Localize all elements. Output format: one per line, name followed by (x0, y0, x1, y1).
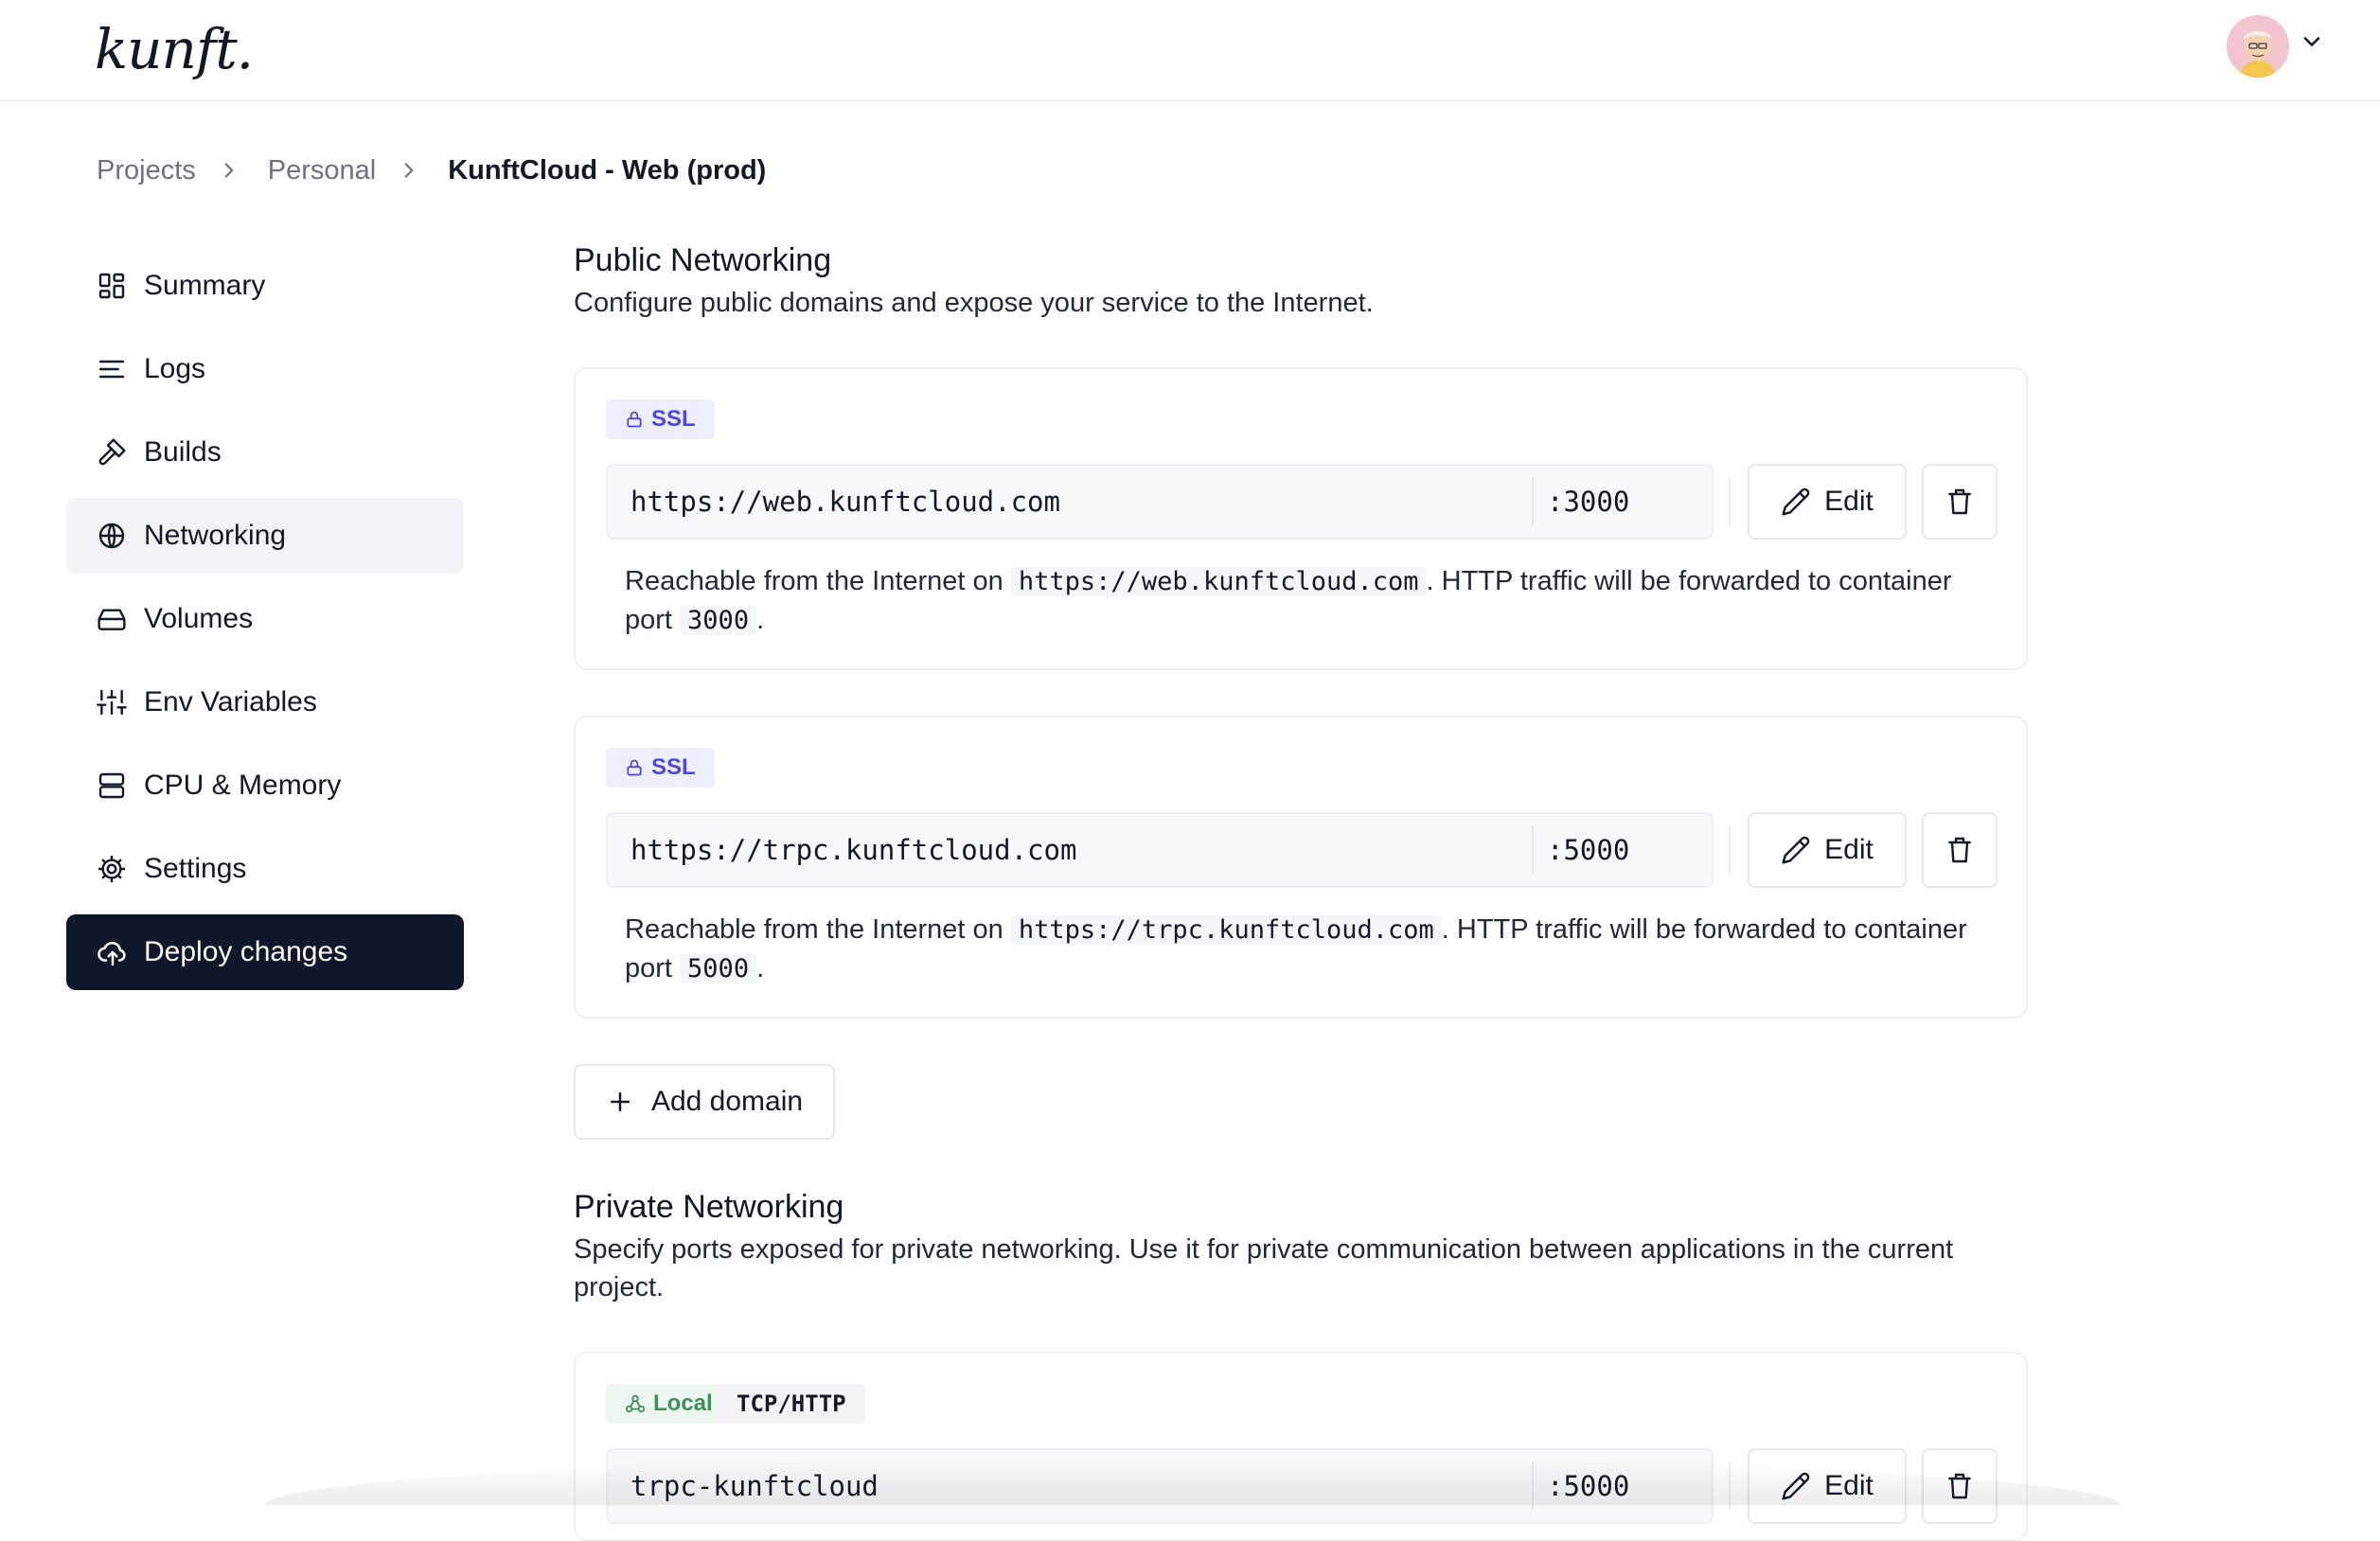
sliders-icon (97, 689, 127, 716)
trash-icon (1948, 1473, 1971, 1499)
top-bar: kunft. (0, 0, 2380, 101)
domain-description: Reachable from the Internet on https://w… (625, 566, 1952, 635)
breadcrumb-personal[interactable]: Personal (268, 155, 376, 186)
lock-icon (627, 759, 642, 776)
pencil-icon (1782, 1472, 1810, 1500)
globe-icon (98, 523, 125, 549)
public-networking-title: Public Networking (574, 242, 832, 278)
sidebar-item-label: Summary (144, 270, 266, 301)
inline-code-url: https://web.kunftcloud.com (1010, 567, 1427, 596)
private-port-card: Local TCP/HTTP trpc-kunftcloud :5000 Edi… (574, 1352, 2028, 1541)
hard-drive-icon (98, 609, 126, 630)
divider (1729, 825, 1731, 875)
hammer-icon (98, 438, 126, 466)
user-avatar[interactable] (2227, 15, 2289, 78)
trash-icon (1948, 488, 1971, 515)
lines-icon (98, 360, 125, 379)
ssl-badge: SSL (606, 399, 715, 439)
domain-url-field[interactable]: https://web.kunftcloud.com :3000 (606, 464, 1714, 540)
cloud-upload-icon (98, 941, 126, 966)
network-icon (625, 1394, 646, 1413)
deploy-changes-button[interactable]: Deploy changes (66, 914, 464, 990)
add-domain-button[interactable]: Add domain (574, 1064, 835, 1140)
edit-private-port-button[interactable]: Edit (1748, 1448, 1907, 1524)
public-networking-description: Configure public domains and expose your… (574, 288, 1374, 318)
private-port: :5000 (1547, 1470, 1630, 1502)
port-divider (1532, 825, 1534, 875)
breadcrumb: Projects Personal KunftCloud - Web (prod… (97, 151, 766, 189)
chevron-right-icon (224, 163, 234, 178)
sidebar: Summary Logs Builds Networking Volumes E… (66, 248, 464, 990)
ssl-badge: SSL (606, 748, 715, 788)
sidebar-item-label: Logs (144, 353, 206, 384)
inline-code-port: 3000 (680, 606, 757, 635)
sidebar-item-summary[interactable]: Summary (66, 248, 464, 324)
deploy-changes-label: Deploy changes (144, 936, 348, 967)
sidebar-item-label: Networking (144, 520, 287, 551)
edit-domain-button[interactable]: Edit (1748, 464, 1907, 540)
server-icon (98, 772, 125, 799)
sidebar-item-label: Builds (144, 436, 222, 468)
chevron-down-icon[interactable] (2299, 28, 2325, 55)
chevron-right-icon (404, 163, 414, 178)
sidebar-item-logs[interactable]: Logs (66, 331, 464, 407)
sidebar-item-label: Env Variables (144, 686, 317, 717)
sidebar-item-cpu-memory[interactable]: CPU & Memory (66, 748, 464, 824)
sidebar-item-label: Volumes (144, 603, 254, 634)
lock-icon (627, 411, 642, 428)
domain-card: SSL https://trpc.kunftcloud.com :5000 Ed… (574, 716, 2028, 1018)
domain-url-field[interactable]: https://trpc.kunftcloud.com :5000 (606, 812, 1714, 888)
delete-private-port-button[interactable] (1922, 1448, 1998, 1524)
breadcrumb-projects[interactable]: Projects (97, 155, 196, 186)
kunft-logo[interactable]: kunft. (95, 17, 254, 81)
protocol-badge: TCP/HTTP (718, 1384, 865, 1424)
private-host: trpc-kunftcloud (631, 1470, 879, 1502)
sidebar-item-env-variables[interactable]: Env Variables (66, 664, 464, 740)
breadcrumb-current: KunftCloud - Web (prod) (448, 154, 767, 186)
port-divider (1532, 477, 1534, 526)
sidebar-item-label: CPU & Memory (144, 770, 342, 801)
edit-domain-button[interactable]: Edit (1748, 812, 1907, 888)
sidebar-item-volumes[interactable]: Volumes (66, 581, 464, 657)
domain-url: https://web.kunftcloud.com (631, 486, 1060, 518)
sidebar-item-builds[interactable]: Builds (66, 415, 464, 490)
inline-code-url: https://trpc.kunftcloud.com (1010, 915, 1442, 945)
domain-port: :3000 (1547, 486, 1630, 518)
delete-domain-button[interactable] (1922, 812, 1998, 888)
local-badge: Local (606, 1384, 732, 1424)
dashboard-icon (98, 273, 125, 299)
trash-icon (1948, 837, 1971, 863)
domain-port: :5000 (1547, 834, 1630, 866)
divider (1729, 477, 1731, 526)
private-networking-description: Specify ports exposed for private networ… (574, 1234, 1954, 1302)
divider (1729, 1461, 1731, 1511)
private-networking-title: Private Networking (574, 1189, 844, 1225)
port-divider (1532, 1461, 1534, 1511)
sidebar-item-networking[interactable]: Networking (66, 498, 464, 574)
domain-card: SSL https://web.kunftcloud.com :3000 Edi… (574, 367, 2028, 670)
delete-domain-button[interactable] (1922, 464, 1998, 540)
inline-code-port: 5000 (680, 954, 757, 983)
sidebar-item-label: Settings (144, 853, 247, 884)
domain-url: https://trpc.kunftcloud.com (631, 834, 1077, 866)
pencil-icon (1782, 487, 1810, 516)
pencil-icon (1782, 836, 1810, 864)
private-host-field[interactable]: trpc-kunftcloud :5000 (606, 1448, 1714, 1524)
sidebar-item-settings[interactable]: Settings (66, 831, 464, 907)
gear-icon (98, 856, 125, 882)
domain-description: Reachable from the Internet on https://t… (625, 914, 1967, 983)
plus-icon (610, 1092, 630, 1111)
